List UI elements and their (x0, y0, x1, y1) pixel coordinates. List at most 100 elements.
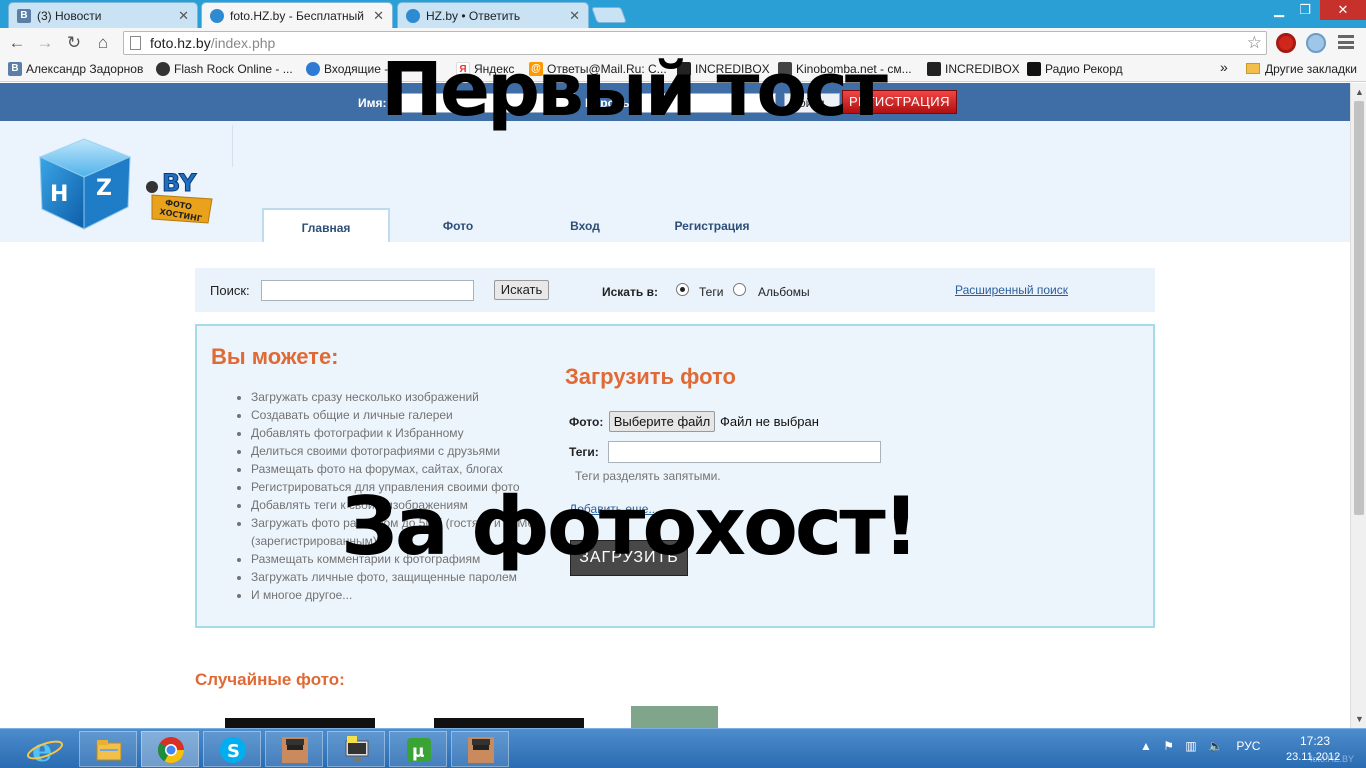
vk-icon: B (17, 8, 31, 23)
svg-text:S: S (227, 741, 240, 762)
web-page: Имя: Пароль: Войти РЕГИСТРАЦИЯ H Z BY ФО… (0, 83, 1350, 728)
close-tab-icon[interactable]: ✕ (569, 8, 580, 24)
search-in-label: Искать в: (602, 285, 658, 299)
list-item: Делиться своими фотографиями с друзьями (251, 442, 551, 460)
page-icon (130, 36, 141, 50)
nav-tab-register[interactable]: Регистрация (648, 208, 776, 242)
list-item: Размещать фото на форумах, сайтах, блога… (251, 460, 551, 478)
scroll-thumb[interactable] (1354, 101, 1364, 515)
header-divider (232, 125, 233, 167)
chrome-icon[interactable] (141, 731, 199, 767)
search-input[interactable] (261, 280, 474, 301)
reload-icon[interactable]: ↻ (63, 32, 85, 54)
flag-icon[interactable]: ⚑ (1163, 739, 1174, 753)
random-photo-thumb[interactable] (225, 718, 375, 728)
random-photo-thumb[interactable] (631, 706, 718, 728)
explorer-icon[interactable] (79, 731, 137, 767)
tab-foto-hz[interactable]: foto.HZ.by - Бесплатный ✕ (201, 2, 393, 28)
volume-icon[interactable]: 🔈 (1208, 739, 1223, 753)
close-window-icon[interactable]: ✕ (1320, 0, 1366, 20)
nav-tab-home[interactable]: Главная (262, 208, 390, 242)
features-title: Вы можете: (211, 344, 339, 369)
choose-file-button[interactable]: Выберите файл (609, 411, 715, 432)
svg-text:BY: BY (162, 169, 197, 197)
computer-icon[interactable] (327, 731, 385, 767)
record-icon (1027, 62, 1041, 76)
radio-tags[interactable] (676, 283, 689, 296)
browser-titlebar: B (3) Новости ✕ foto.HZ.by - Бесплатный … (0, 0, 1366, 28)
meme-caption-bottom: За фотохост! (341, 480, 919, 573)
nav-tab-photo[interactable]: Фото (394, 208, 522, 242)
list-item: Загружать сразу несколько изображений (251, 388, 551, 406)
photo-label: Фото: (569, 415, 604, 429)
list-item: Добавлять фотографии к Избранному (251, 424, 551, 442)
bookmark-item[interactable]: INCREDIBOX (927, 62, 1020, 76)
random-photo-thumb[interactable] (434, 718, 584, 728)
search-label: Поиск: (210, 283, 250, 298)
search-button[interactable]: Искать (494, 280, 549, 300)
minimize-icon[interactable]: ▁ (1266, 0, 1292, 20)
star-icon[interactable]: ☆ (1247, 32, 1262, 54)
mail-icon (306, 62, 320, 76)
bookmarks-more-icon[interactable]: » (1220, 59, 1228, 75)
close-tab-icon[interactable]: ✕ (178, 8, 189, 24)
network-icon[interactable]: ▥ (1185, 739, 1196, 753)
windows-taskbar: e S µ ▲ ⚑ ▥ 🔈 РУС 17:23 23.11.2012 (0, 728, 1366, 768)
search-panel: Поиск: Искать Искать в: Теги Альбомы Рас… (195, 268, 1155, 312)
back-icon[interactable]: ← (6, 32, 28, 54)
bookmark-item[interactable]: Радио Рекорд (1027, 62, 1123, 76)
clock-time[interactable]: 17:23 (1300, 734, 1330, 748)
avatar-icon[interactable] (265, 731, 323, 767)
utorrent-icon[interactable]: µ (389, 731, 447, 767)
hz-icon (210, 8, 224, 23)
radio-albums[interactable] (733, 283, 746, 296)
new-tab-button[interactable] (591, 7, 627, 23)
scroll-down-icon[interactable]: ▼ (1355, 714, 1364, 724)
bookmark-item[interactable]: B Александр Задорнов (8, 62, 143, 76)
tab-news[interactable]: B (3) Новости ✕ (8, 2, 198, 28)
eye-extension-icon[interactable] (1306, 33, 1326, 53)
svg-text:µ: µ (412, 742, 425, 762)
main-content-box: Вы можете: Загружать сразу несколько изо… (195, 324, 1155, 628)
watermark: foto.HZ.BY (1310, 754, 1355, 764)
nav-tab-login[interactable]: Вход (521, 208, 649, 242)
hz-icon (406, 8, 420, 23)
tab-hz-reply[interactable]: HZ.by • Ответить ✕ (397, 2, 589, 28)
menu-icon[interactable] (1338, 35, 1354, 49)
tab-title: (3) Новости (37, 8, 102, 23)
tags-label: Теги: (569, 445, 599, 459)
svg-text:H: H (50, 182, 68, 207)
skull-icon (156, 62, 170, 76)
file-status: Файл не выбран (720, 414, 819, 429)
advanced-search-link[interactable]: Расширенный поиск (955, 283, 1068, 297)
tray-arrow-icon[interactable]: ▲ (1140, 739, 1152, 753)
close-tab-icon[interactable]: ✕ (373, 8, 384, 24)
tab-title: foto.HZ.by - Бесплатный (230, 8, 364, 23)
site-header: H Z BY ФОТО ХОСТИНГ Главная Фото Вход Ре… (0, 121, 1350, 242)
site-logo[interactable]: H Z BY ФОТО ХОСТИНГ (12, 133, 222, 243)
bookmark-label: Радио Рекорд (1045, 62, 1123, 76)
svg-text:Z: Z (96, 176, 112, 201)
cube-icon (927, 62, 941, 76)
language-indicator[interactable]: РУС (1236, 739, 1260, 753)
tab-title: HZ.by • Ответить (426, 8, 521, 23)
radio-tags-label: Теги (699, 285, 724, 299)
tags-input[interactable] (608, 441, 881, 463)
folder-icon (1246, 63, 1260, 74)
bookmark-item[interactable]: Flash Rock Online - ... (156, 62, 293, 76)
page-scrollbar[interactable]: ▲ ▼ (1350, 83, 1366, 728)
meme-caption-top: Первый тост (381, 47, 888, 133)
address-path: /index.php (210, 35, 276, 51)
skype-icon[interactable]: S (203, 731, 261, 767)
ie-icon[interactable]: e (20, 731, 70, 768)
maximize-icon[interactable]: ❐ (1292, 0, 1318, 20)
avatar-icon[interactable] (451, 731, 509, 767)
address-host: foto.hz.by (150, 35, 211, 51)
scroll-up-icon[interactable]: ▲ (1355, 87, 1364, 97)
other-bookmarks[interactable]: Другие закладки (1246, 62, 1357, 76)
vk-icon: B (8, 62, 22, 76)
random-photos-title: Случайные фото: (195, 670, 345, 689)
adblock-icon[interactable] (1276, 33, 1296, 53)
forward-icon[interactable]: → (34, 32, 56, 54)
home-icon[interactable]: ⌂ (92, 32, 114, 54)
